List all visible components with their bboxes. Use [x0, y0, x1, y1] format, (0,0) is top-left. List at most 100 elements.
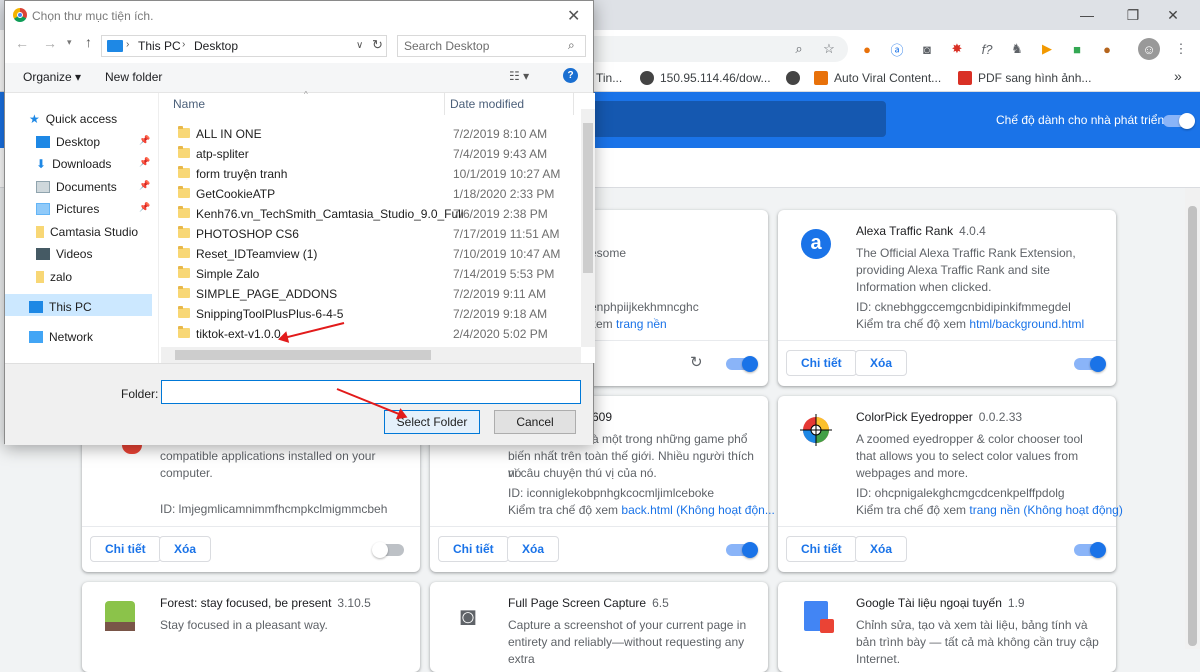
bookmark-item[interactable]: PDF sang hình ảnh...: [958, 71, 1091, 85]
file-row[interactable]: Reset_IDTeamview (1) 7/10/2019 10:47 AM: [158, 244, 578, 264]
file-row[interactable]: Kenh76.vn_TechSmith_Camtasia_Studio_9.0_…: [158, 204, 578, 224]
file-list-vscroll[interactable]: [581, 109, 595, 347]
folder-icon: [178, 166, 190, 178]
play-icon[interactable]: ▶: [1036, 38, 1058, 60]
menu-icon[interactable]: ⋮: [1170, 38, 1192, 60]
select-folder-dialog: Chọn thư mục tiện ích. ✕ ← → ▾ ↑ › This …: [4, 0, 595, 445]
forward-icon[interactable]: →: [43, 35, 57, 51]
nav-camtasia[interactable]: Camtasia Studio: [36, 221, 138, 242]
bookmark-item[interactable]: 150.95.114.46/dow...: [640, 71, 771, 85]
nav-this-pc[interactable]: This PC: [29, 296, 92, 317]
up-icon[interactable]: ↑: [85, 34, 92, 50]
page-scrollbar[interactable]: [1185, 188, 1200, 649]
details-button[interactable]: Chi tiết: [786, 350, 857, 376]
view-options-icon[interactable]: ☷ ▾: [509, 69, 529, 83]
extension-icon-1[interactable]: ●: [856, 38, 878, 60]
minimize-icon[interactable]: —: [1064, 0, 1110, 30]
pin-icon: 📌: [139, 157, 151, 167]
folder-label: Folder:: [121, 387, 159, 401]
bookmark-item[interactable]: Auto Viral Content...: [814, 71, 941, 85]
file-row[interactable]: SnippingToolPlusPlus-6-4-5 7/2/2019 9:18 …: [158, 304, 578, 324]
remove-button[interactable]: Xóa: [855, 536, 908, 562]
address-breadcrumb[interactable]: › This PC › Desktop ∨ ↻: [101, 35, 387, 57]
dev-mode-toggle[interactable]: [1163, 113, 1195, 129]
chevron-down-icon[interactable]: ∨: [356, 40, 363, 51]
inspect-link[interactable]: back.html (Không hoạt độn...: [621, 503, 774, 517]
enable-toggle[interactable]: [372, 542, 404, 558]
organize-button[interactable]: Organize ▾: [23, 70, 81, 84]
inspect-link[interactable]: html/background.html: [969, 317, 1084, 331]
details-button[interactable]: Chi tiết: [786, 536, 857, 562]
nav-desktop[interactable]: Desktop: [36, 131, 100, 152]
globe-icon: [640, 71, 654, 85]
folder-icon: [178, 146, 190, 158]
folder-input[interactable]: [161, 380, 581, 404]
enable-toggle[interactable]: [726, 542, 758, 558]
nav-documents[interactable]: Documents: [36, 176, 117, 197]
column-date-modified[interactable]: Date modified: [450, 97, 524, 111]
pc-icon: [107, 40, 123, 52]
search-input[interactable]: Search Desktop: [404, 39, 489, 53]
nav-videos[interactable]: Videos: [36, 243, 92, 264]
file-list-hscroll[interactable]: [161, 347, 581, 363]
remove-button[interactable]: Xóa: [159, 536, 212, 562]
enable-toggle[interactable]: [726, 356, 758, 372]
file-row[interactable]: ALL IN ONE 7/2/2019 8:10 AM: [158, 124, 578, 144]
bookmark-item[interactable]: [786, 71, 800, 85]
star-icon[interactable]: ☆: [818, 38, 840, 60]
avatar[interactable]: ☺: [1138, 38, 1160, 60]
folder-icon: [178, 206, 190, 218]
folder-icon: [36, 270, 44, 283]
file-row[interactable]: tiktok-ext-v1.0.0 2/4/2020 5:02 PM: [158, 324, 578, 344]
zoom-icon[interactable]: ⌕: [788, 38, 810, 60]
colorpick-icon[interactable]: ✸: [946, 38, 968, 60]
camera-icon[interactable]: ◙: [916, 38, 938, 60]
file-row[interactable]: Simple Zalo 7/14/2019 5:53 PM: [158, 264, 578, 284]
nav-pictures[interactable]: Pictures: [36, 198, 99, 219]
cookie-icon[interactable]: ●: [1096, 38, 1118, 60]
file-row[interactable]: atp-spliter 7/4/2019 9:43 AM: [158, 144, 578, 164]
breadcrumb-desktop[interactable]: Desktop: [194, 39, 238, 53]
inspect-link[interactable]: trang nền: [616, 317, 667, 331]
bookmark-item[interactable]: Tin...: [596, 71, 622, 85]
alexa-icon[interactable]: ⓐ: [886, 38, 908, 60]
extensions-search[interactable]: [594, 101, 886, 137]
google-docs-logo-icon: [800, 600, 834, 633]
folder-icon: [36, 225, 44, 238]
cancel-button[interactable]: Cancel: [494, 410, 576, 434]
help-icon[interactable]: ?: [563, 68, 578, 83]
nav-quick-access[interactable]: ★ Quick access: [29, 108, 117, 129]
remove-button[interactable]: Xóa: [855, 350, 908, 376]
details-button[interactable]: Chi tiết: [90, 536, 161, 562]
file-row[interactable]: form truyện tranh 10/1/2019 10:27 AM: [158, 164, 578, 184]
nav-downloads[interactable]: ⬇ Downloads: [36, 153, 111, 174]
reload-icon[interactable]: ↻: [690, 353, 703, 371]
nav-zalo[interactable]: zalo: [36, 266, 72, 287]
back-icon[interactable]: ←: [15, 35, 29, 51]
close-icon[interactable]: ✕: [567, 6, 580, 26]
enable-toggle[interactable]: [1074, 542, 1106, 558]
search-box[interactable]: Search Desktop ⌕: [397, 35, 586, 57]
forest-icon[interactable]: ■: [1066, 38, 1088, 60]
dino-icon[interactable]: ♞: [1006, 38, 1028, 60]
column-name[interactable]: Name: [173, 97, 205, 111]
inspect-link[interactable]: trang nền (Không hoạt động): [969, 503, 1122, 517]
chrome-icon: [13, 8, 27, 22]
close-window-icon[interactable]: ✕: [1150, 0, 1196, 30]
chevron-down-icon[interactable]: ▾: [67, 37, 72, 48]
details-button[interactable]: Chi tiết: [438, 536, 509, 562]
forest-logo-icon: [104, 600, 136, 632]
bookmarks-more[interactable]: »: [1174, 68, 1182, 84]
enable-toggle[interactable]: [1074, 356, 1106, 372]
new-folder-button[interactable]: New folder: [105, 70, 162, 84]
file-row[interactable]: PHOTOSHOP CS6 7/17/2019 11:51 AM: [158, 224, 578, 244]
breadcrumb-this-pc[interactable]: This PC: [138, 39, 181, 53]
remove-button[interactable]: Xóa: [507, 536, 560, 562]
file-row[interactable]: SIMPLE_PAGE_ADDONS 7/2/2019 9:11 AM: [158, 284, 578, 304]
viral-icon: [814, 71, 828, 85]
file-row[interactable]: GetCookieATP 1/18/2020 2:33 PM: [158, 184, 578, 204]
function-icon[interactable]: f?: [976, 38, 998, 60]
refresh-icon[interactable]: ↻: [372, 37, 383, 53]
nav-network[interactable]: Network: [29, 326, 93, 347]
alexa-logo-icon: a: [800, 228, 832, 260]
